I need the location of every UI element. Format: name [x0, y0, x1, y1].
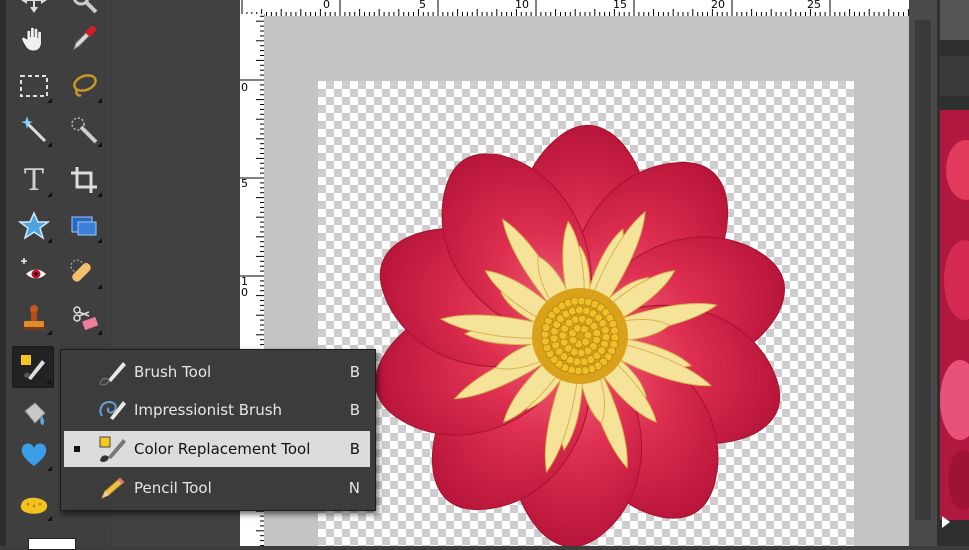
- eraser-tool-icon: [73, 306, 99, 330]
- eraser-more-indicator: [97, 330, 102, 335]
- clone-more-indicator: [47, 330, 52, 335]
- menu-item-pencil-tool[interactable]: Pencil Tool N: [64, 470, 370, 506]
- move-tool-icon: [21, 0, 47, 13]
- paint-bucket-tool-icon: [24, 402, 46, 425]
- panel-header: [940, 0, 969, 40]
- custom-shape-tool-icon: [18, 211, 50, 240]
- crop-tool[interactable]: [64, 160, 104, 200]
- quick-selection-more-indicator: [97, 142, 102, 147]
- color-replacement-tool-icon: [21, 355, 45, 380]
- ruler-top: 0 5 10 15 20 25: [240, 0, 909, 17]
- ruler-label-15: 15: [613, 0, 627, 11]
- document-canvas[interactable]: [318, 81, 854, 546]
- eraser-tool[interactable]: [64, 298, 104, 338]
- hand-tool[interactable]: [14, 18, 54, 58]
- magic-wand-more-indicator: [47, 142, 52, 147]
- quick-selection-tool-icon: [71, 117, 98, 144]
- ruler-left-label-10: 10: [241, 275, 248, 299]
- impressionist-brush-icon: [96, 396, 128, 424]
- lasso-more-indicator: [97, 98, 102, 103]
- brush-icon: [96, 358, 128, 386]
- menu-item-shortcut: B: [349, 440, 360, 458]
- brush-tool-flyout-menu: Brush Tool B Impressionist Brush B Color…: [60, 349, 376, 511]
- marquee-tool[interactable]: [14, 66, 54, 106]
- clone-stamp-tool-icon: [23, 305, 45, 330]
- ruler-label-5: 5: [419, 0, 426, 11]
- ruler-label-25: 25: [807, 0, 821, 11]
- lasso-tool-icon: [73, 74, 97, 97]
- flower-image: [375, 124, 785, 546]
- quick-selection-tool[interactable]: [64, 110, 104, 150]
- red-eye-tool[interactable]: [14, 252, 54, 292]
- color-replacement-more-indicator: [46, 379, 51, 384]
- scrollbar-track[interactable]: [915, 20, 931, 520]
- custom-shape-more-indicator: [47, 238, 52, 243]
- magic-wand-tool[interactable]: [14, 110, 54, 150]
- marquee-more-indicator: [47, 98, 52, 103]
- menu-item-label: Impressionist Brush: [134, 401, 283, 419]
- recompose-tool-icon: [71, 216, 97, 236]
- panel-tab[interactable]: [940, 56, 969, 96]
- sponge-tool-icon: [20, 497, 48, 514]
- menu-item-label: Brush Tool: [134, 363, 212, 381]
- eyedropper-tool[interactable]: [64, 18, 104, 58]
- clone-stamp-tool[interactable]: [14, 298, 54, 338]
- pencil-icon: [96, 474, 128, 502]
- toolbox-edge: [0, 0, 6, 546]
- zoom-tool-icon: [73, 0, 98, 14]
- ruler-label-10: 10: [515, 0, 529, 11]
- healing-brush-tool[interactable]: [64, 252, 104, 292]
- ruler-label-20: 20: [711, 0, 725, 11]
- vertical-scrollbar[interactable]: [909, 0, 937, 546]
- marquee-tool-icon: [20, 75, 48, 97]
- move-tool[interactable]: [14, 0, 54, 20]
- magic-wand-tool-icon: [21, 116, 47, 143]
- selected-indicator: [74, 446, 80, 452]
- healing-more-indicator: [97, 284, 102, 289]
- hand-tool-icon: [21, 26, 42, 52]
- custom-shape-tool[interactable]: [14, 206, 54, 246]
- menu-item-shortcut: N: [348, 479, 360, 497]
- menu-item-shortcut: B: [349, 363, 360, 381]
- type-tool-icon: T: [23, 162, 44, 198]
- red-eye-tool-icon: [21, 258, 46, 279]
- ruler-left-label-0: 0: [241, 81, 248, 94]
- crop-more-indicator: [97, 192, 102, 197]
- color-replacement-icon: [96, 435, 128, 463]
- ruler-left-label-5: 5: [241, 177, 248, 190]
- menu-item-shortcut: B: [349, 401, 360, 419]
- photo-bin-thumbnail[interactable]: [940, 110, 969, 520]
- menu-item-color-replacement-tool[interactable]: Color Replacement Tool B: [64, 431, 370, 467]
- type-more-indicator: [47, 192, 52, 197]
- zoom-tool[interactable]: [64, 0, 104, 20]
- thumbnail-play-arrow[interactable]: [942, 516, 950, 528]
- menu-item-label: Pencil Tool: [134, 479, 212, 497]
- menu-item-label: Color Replacement Tool: [134, 440, 311, 458]
- recompose-tool[interactable]: [64, 206, 104, 246]
- menu-item-brush-tool[interactable]: Brush Tool B: [64, 354, 370, 390]
- foreground-color-swatch[interactable]: [28, 538, 76, 550]
- color-replacement-tool[interactable]: [12, 346, 54, 388]
- menu-item-impressionist-brush[interactable]: Impressionist Brush B: [64, 392, 370, 428]
- healing-brush-tool-icon: [70, 259, 91, 282]
- eyedropper-tool-icon: [73, 25, 97, 51]
- shape-tool[interactable]: [14, 434, 54, 474]
- recompose-more-indicator: [97, 238, 102, 243]
- type-tool[interactable]: T: [14, 160, 54, 200]
- sponge-tool[interactable]: [14, 484, 54, 524]
- lasso-tool[interactable]: [64, 66, 104, 106]
- paint-bucket-tool[interactable]: [14, 394, 54, 434]
- shape-more-indicator: [47, 466, 52, 471]
- crop-tool-icon: [71, 167, 97, 193]
- ruler-label-0: 0: [323, 0, 330, 11]
- sponge-more-indicator: [47, 516, 52, 521]
- shape-tool-icon: [21, 443, 47, 466]
